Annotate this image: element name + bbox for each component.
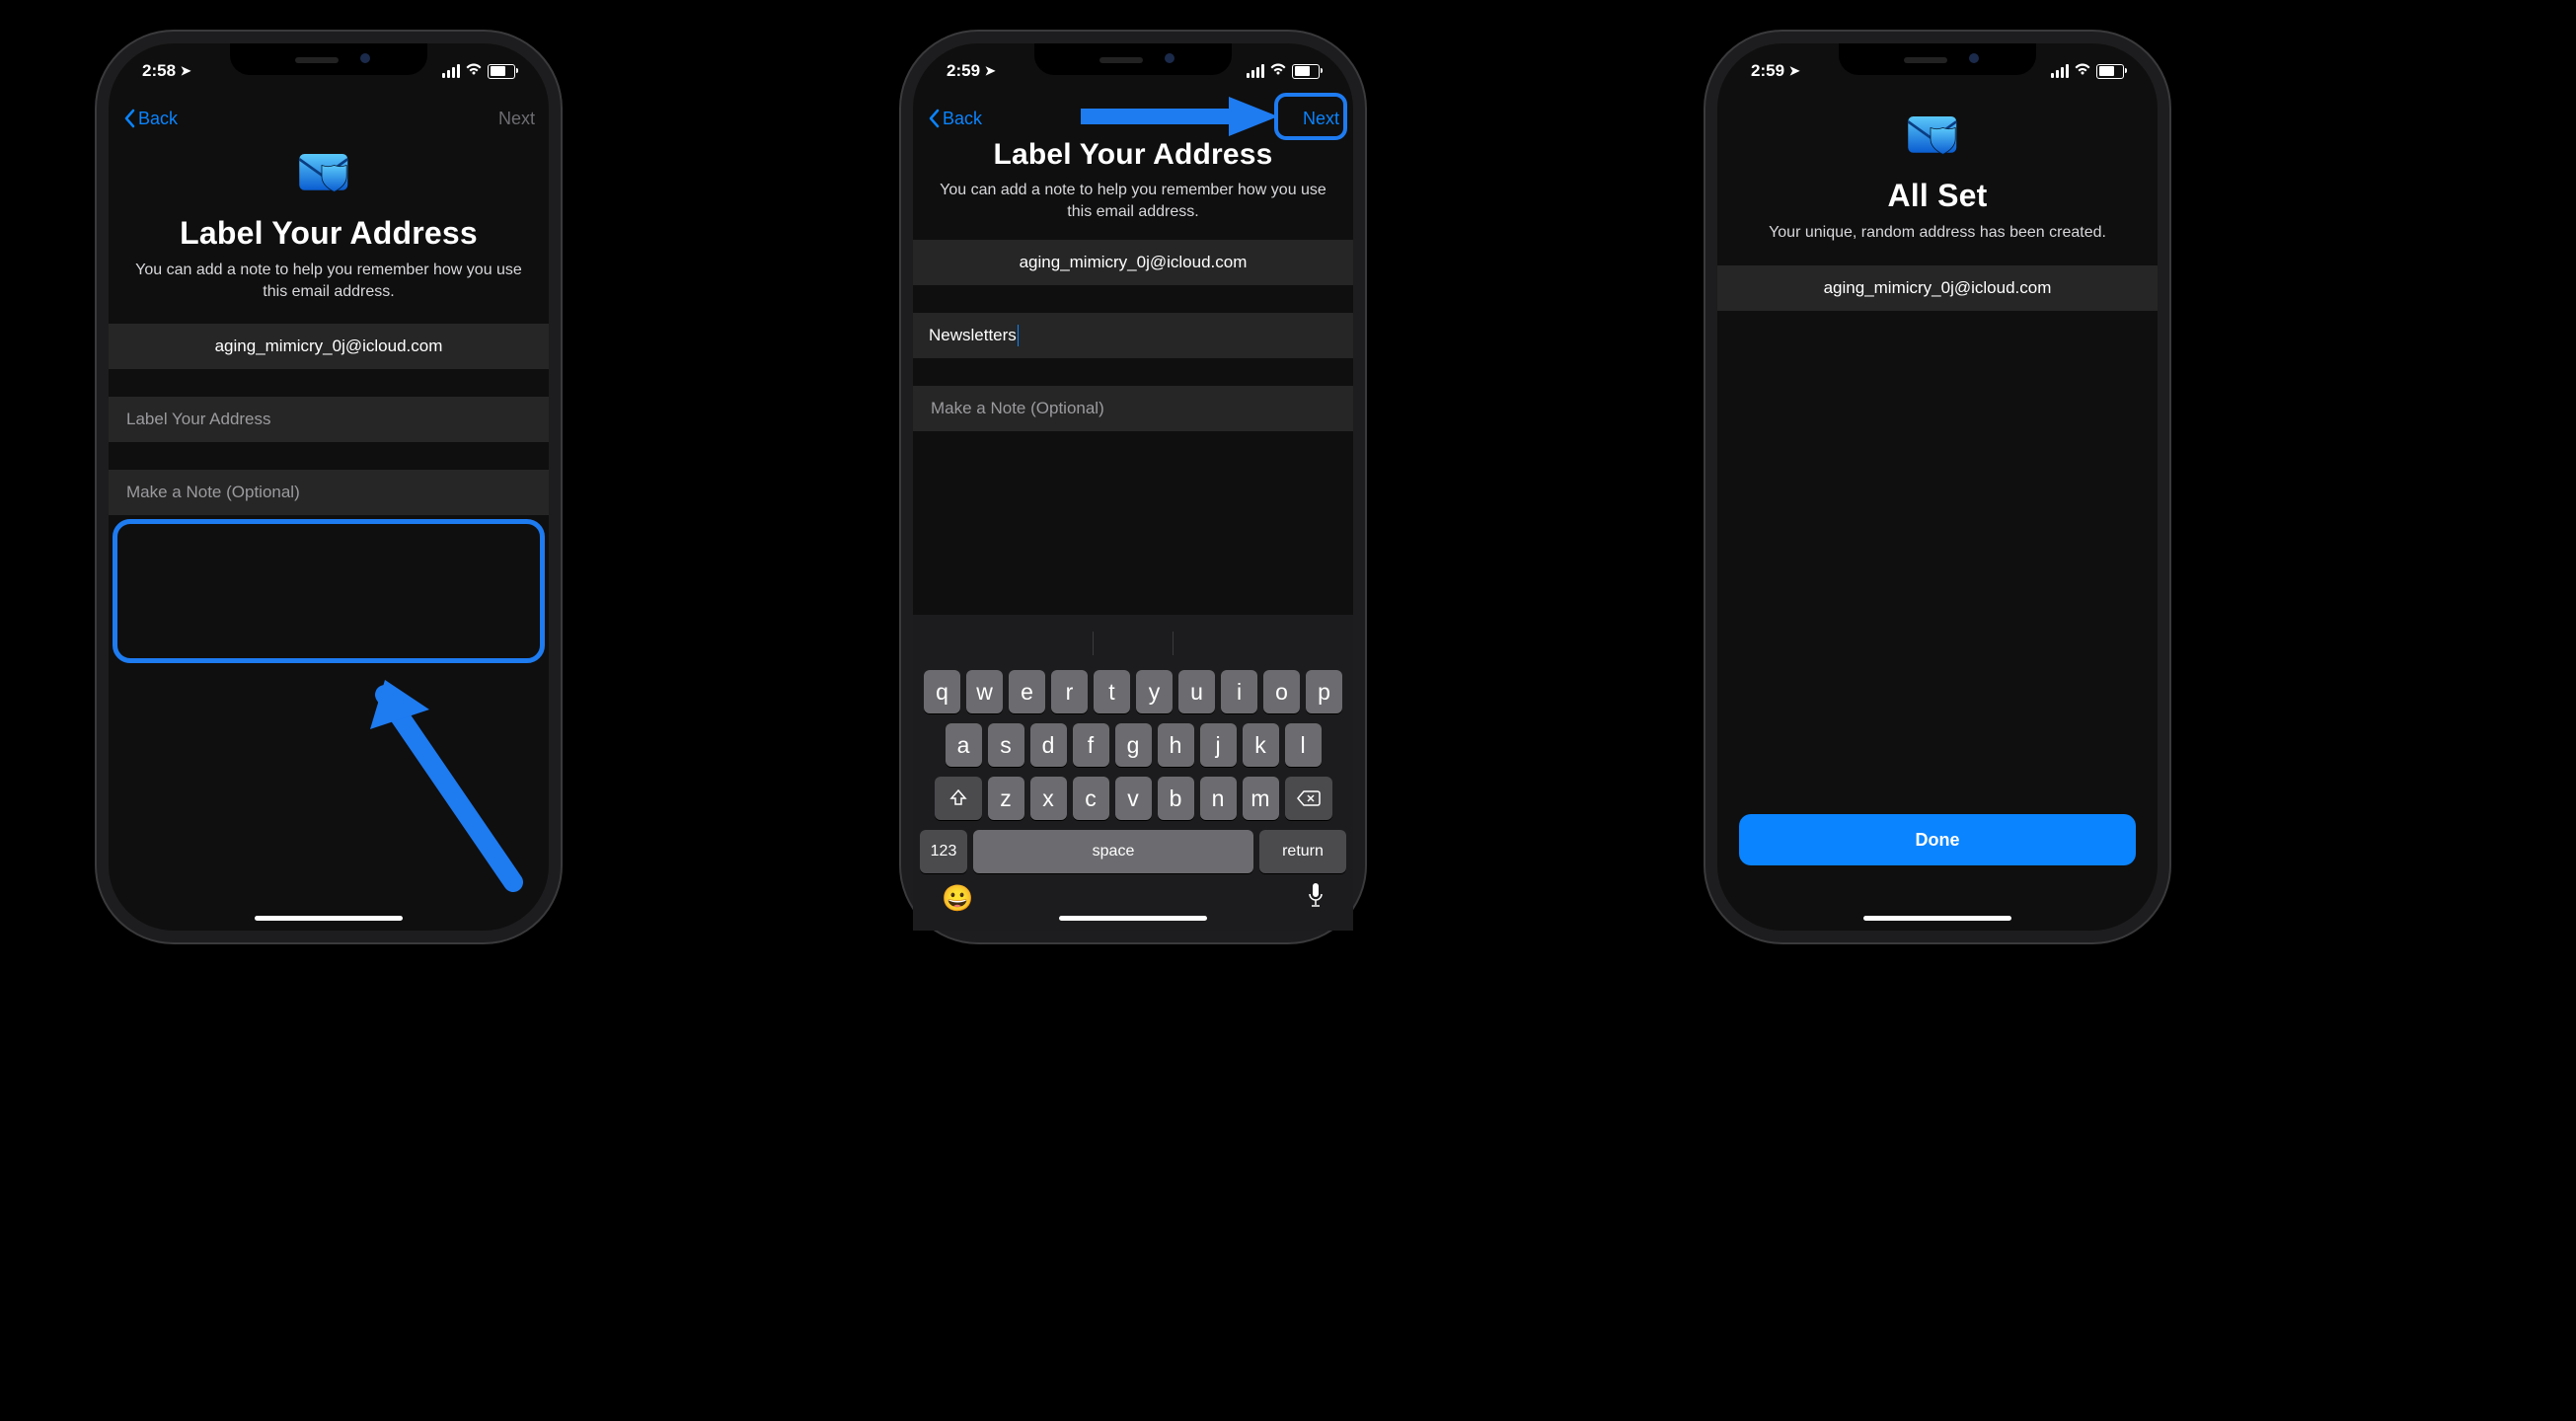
location-icon: ➤ — [181, 63, 191, 79]
note-field[interactable] — [913, 386, 1353, 431]
done-button[interactable]: Done — [1739, 814, 2136, 865]
key-c[interactable]: c — [1073, 777, 1109, 820]
home-indicator[interactable] — [255, 916, 403, 921]
suggestion-bar — [918, 623, 1348, 664]
battery-icon — [2096, 64, 2124, 79]
cellular-icon — [1247, 64, 1264, 78]
key-m[interactable]: m — [1243, 777, 1279, 820]
generated-email: aging_mimicry_0j@icloud.com — [913, 240, 1353, 285]
note-field[interactable] — [109, 470, 549, 515]
key-q[interactable]: q — [924, 670, 960, 713]
notch — [1034, 43, 1232, 75]
page-subtitle: You can add a note to help you remember … — [134, 260, 523, 302]
mic-icon — [1307, 882, 1325, 908]
wifi-icon — [2074, 62, 2091, 80]
delete-icon — [1297, 789, 1321, 807]
key-k[interactable]: k — [1243, 723, 1279, 767]
return-key[interactable]: return — [1259, 830, 1346, 873]
clock: 2:59 — [947, 61, 980, 80]
key-a[interactable]: a — [946, 723, 982, 767]
page-title: Label Your Address — [134, 215, 523, 252]
key-u[interactable]: u — [1178, 670, 1215, 713]
note-input[interactable] — [124, 482, 533, 503]
back-label: Back — [138, 109, 178, 129]
home-indicator[interactable] — [1059, 916, 1207, 921]
next-button[interactable]: Next — [1303, 109, 1339, 129]
wifi-icon — [1269, 62, 1287, 80]
key-h[interactable]: h — [1158, 723, 1194, 767]
cellular-icon — [2051, 64, 2069, 78]
shift-key[interactable] — [935, 777, 982, 820]
emoji-key[interactable]: 😀 — [942, 883, 973, 914]
next-button[interactable]: Next — [498, 109, 535, 129]
text-cursor — [1018, 325, 1019, 346]
cellular-icon — [442, 64, 460, 78]
clock: 2:59 — [1751, 61, 1784, 80]
key-w[interactable]: w — [966, 670, 1003, 713]
mail-shield-icon — [294, 146, 363, 203]
generated-email: aging_mimicry_0j@icloud.com — [1717, 265, 2158, 311]
key-v[interactable]: v — [1115, 777, 1152, 820]
back-button[interactable]: Back — [122, 109, 178, 129]
key-r[interactable]: r — [1051, 670, 1088, 713]
key-z[interactable]: z — [988, 777, 1024, 820]
key-j[interactable]: j — [1200, 723, 1237, 767]
keyboard: qwertyuiop asdfghjkl zxcvbnm 123 space r… — [913, 615, 1353, 931]
back-label: Back — [943, 109, 982, 129]
battery-icon — [488, 64, 515, 79]
key-y[interactable]: y — [1136, 670, 1173, 713]
home-indicator[interactable] — [1863, 916, 2011, 921]
page-subtitle: You can add a note to help you remember … — [939, 180, 1327, 222]
back-button[interactable]: Back — [927, 109, 982, 129]
page-title: Label Your Address — [939, 138, 1327, 172]
generated-email: aging_mimicry_0j@icloud.com — [109, 324, 549, 369]
key-b[interactable]: b — [1158, 777, 1194, 820]
key-n[interactable]: n — [1200, 777, 1237, 820]
delete-key[interactable] — [1285, 777, 1332, 820]
mail-shield-icon — [1903, 109, 1972, 166]
notch — [230, 43, 427, 75]
location-icon: ➤ — [985, 63, 996, 79]
space-key[interactable]: space — [973, 830, 1253, 873]
battery-icon — [1292, 64, 1320, 79]
numbers-key[interactable]: 123 — [920, 830, 967, 873]
chevron-left-icon — [927, 109, 941, 128]
page-title: All Set — [1743, 178, 2132, 214]
page-subtitle: Your unique, random address has been cre… — [1743, 222, 2132, 244]
note-input[interactable] — [929, 398, 1337, 419]
clock: 2:58 — [142, 61, 176, 80]
key-f[interactable]: f — [1073, 723, 1109, 767]
nav-bar: Back Next — [109, 97, 549, 140]
key-o[interactable]: o — [1263, 670, 1300, 713]
shift-icon — [948, 788, 968, 808]
label-field[interactable] — [109, 397, 549, 442]
chevron-left-icon — [122, 109, 136, 128]
label-field[interactable]: Newsletters — [913, 313, 1353, 358]
key-s[interactable]: s — [988, 723, 1024, 767]
key-g[interactable]: g — [1115, 723, 1152, 767]
label-input[interactable] — [124, 409, 533, 430]
wifi-icon — [465, 62, 483, 80]
key-x[interactable]: x — [1030, 777, 1067, 820]
location-icon: ➤ — [1789, 63, 1800, 79]
key-d[interactable]: d — [1030, 723, 1067, 767]
key-p[interactable]: p — [1306, 670, 1342, 713]
key-l[interactable]: l — [1285, 723, 1322, 767]
notch — [1839, 43, 2036, 75]
key-t[interactable]: t — [1094, 670, 1130, 713]
key-i[interactable]: i — [1221, 670, 1257, 713]
label-value: Newsletters — [929, 326, 1017, 345]
nav-bar: Back Next — [913, 97, 1353, 140]
key-e[interactable]: e — [1009, 670, 1045, 713]
dictation-key[interactable] — [1307, 882, 1325, 915]
